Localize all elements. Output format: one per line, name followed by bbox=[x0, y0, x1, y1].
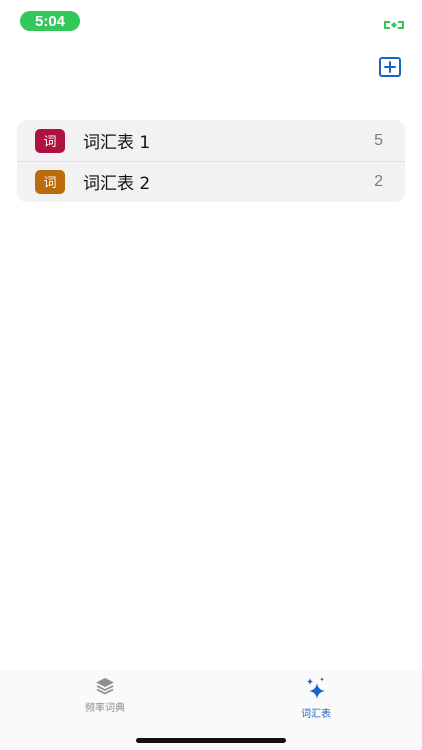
plus-square-icon bbox=[384, 61, 396, 73]
status-time: 5:04 bbox=[20, 11, 80, 31]
vocab-list-row[interactable]: 词 词汇表 1 5 bbox=[17, 120, 405, 161]
home-indicator bbox=[136, 738, 286, 743]
tab-frequency-dictionary[interactable]: 频率词典 bbox=[60, 676, 150, 714]
vocab-list-row[interactable]: 词 词汇表 2 2 bbox=[17, 161, 405, 202]
screen-mirroring-icon bbox=[384, 21, 404, 29]
list-badge: 词 bbox=[35, 169, 65, 194]
list-title: 词汇表 2 bbox=[83, 174, 151, 194]
stack-layers-icon bbox=[96, 678, 114, 695]
list-title: 词汇表 1 bbox=[83, 133, 151, 153]
list-badge: 词 bbox=[35, 128, 65, 153]
tab-bar: 频率词典 词汇表 bbox=[0, 670, 422, 750]
tab-label: 频率词典 bbox=[85, 703, 125, 714]
add-list-button[interactable] bbox=[379, 57, 401, 77]
tab-vocabulary-list[interactable]: 词汇表 bbox=[271, 676, 361, 720]
sparkles-icon bbox=[307, 677, 325, 699]
vocab-list: 词 词汇表 1 5 词 词汇表 2 2 bbox=[17, 120, 405, 202]
list-count: 2 bbox=[374, 172, 383, 190]
list-count: 5 bbox=[374, 131, 383, 149]
tab-label: 词汇表 bbox=[301, 709, 331, 720]
